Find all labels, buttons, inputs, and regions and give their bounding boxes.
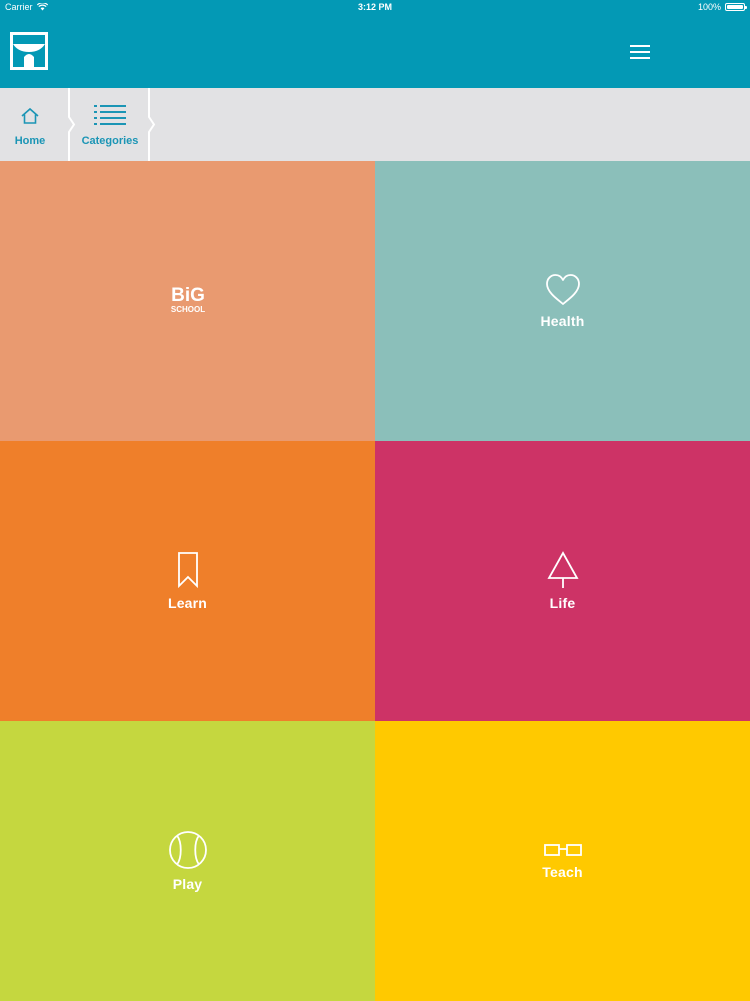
app-header [0,16,750,88]
battery-percent: 100% [697,2,721,12]
tennis-ball-icon [168,831,207,869]
breadcrumb-home-label: Home [14,135,46,147]
breadcrumb-categories[interactable]: Categories [76,88,144,161]
big-school-logo-word-2: SCHOOL [170,305,204,314]
status-time: 3:12 PM [357,2,392,12]
brand-logo-icon[interactable] [10,32,48,70]
bookmark-icon [177,552,198,589]
breadcrumb: Home Categories [0,88,750,161]
tile-health-label: Health [540,313,585,329]
category-grid: BiG SCHOOL Health Learn Life Play Teach [0,161,750,1001]
tile-health[interactable]: Health [375,161,750,441]
tree-icon [546,551,579,588]
tile-play-label: Play [172,876,203,892]
status-bar: Carrier 3:12 PM 100% [0,0,750,16]
glasses-icon [543,844,582,856]
home-icon [21,107,39,124]
tile-learn-label: Learn [167,595,208,611]
big-school-logo-word-1: BiG [171,285,205,306]
tile-life-label: Life [549,595,576,611]
breadcrumb-categories-label: Categories [81,135,139,147]
tile-teach[interactable]: Teach [375,721,750,1001]
breadcrumb-separator-1 [68,88,76,161]
big-school-logo: BiG SCHOOL [170,285,205,314]
tile-play[interactable]: Play [0,721,375,1001]
breadcrumb-separator-2 [148,88,156,161]
battery-indicator: 100% [697,2,747,12]
tile-big-school[interactable]: BiG SCHOOL [0,161,375,441]
tile-learn[interactable]: Learn [0,441,375,721]
list-icon [94,105,126,125]
heart-icon [545,274,580,305]
hamburger-menu-icon[interactable] [622,40,658,64]
tile-life[interactable]: Life [375,441,750,721]
battery-icon [725,3,747,11]
breadcrumb-home[interactable]: Home [0,88,60,161]
tile-teach-label: Teach [542,864,583,880]
